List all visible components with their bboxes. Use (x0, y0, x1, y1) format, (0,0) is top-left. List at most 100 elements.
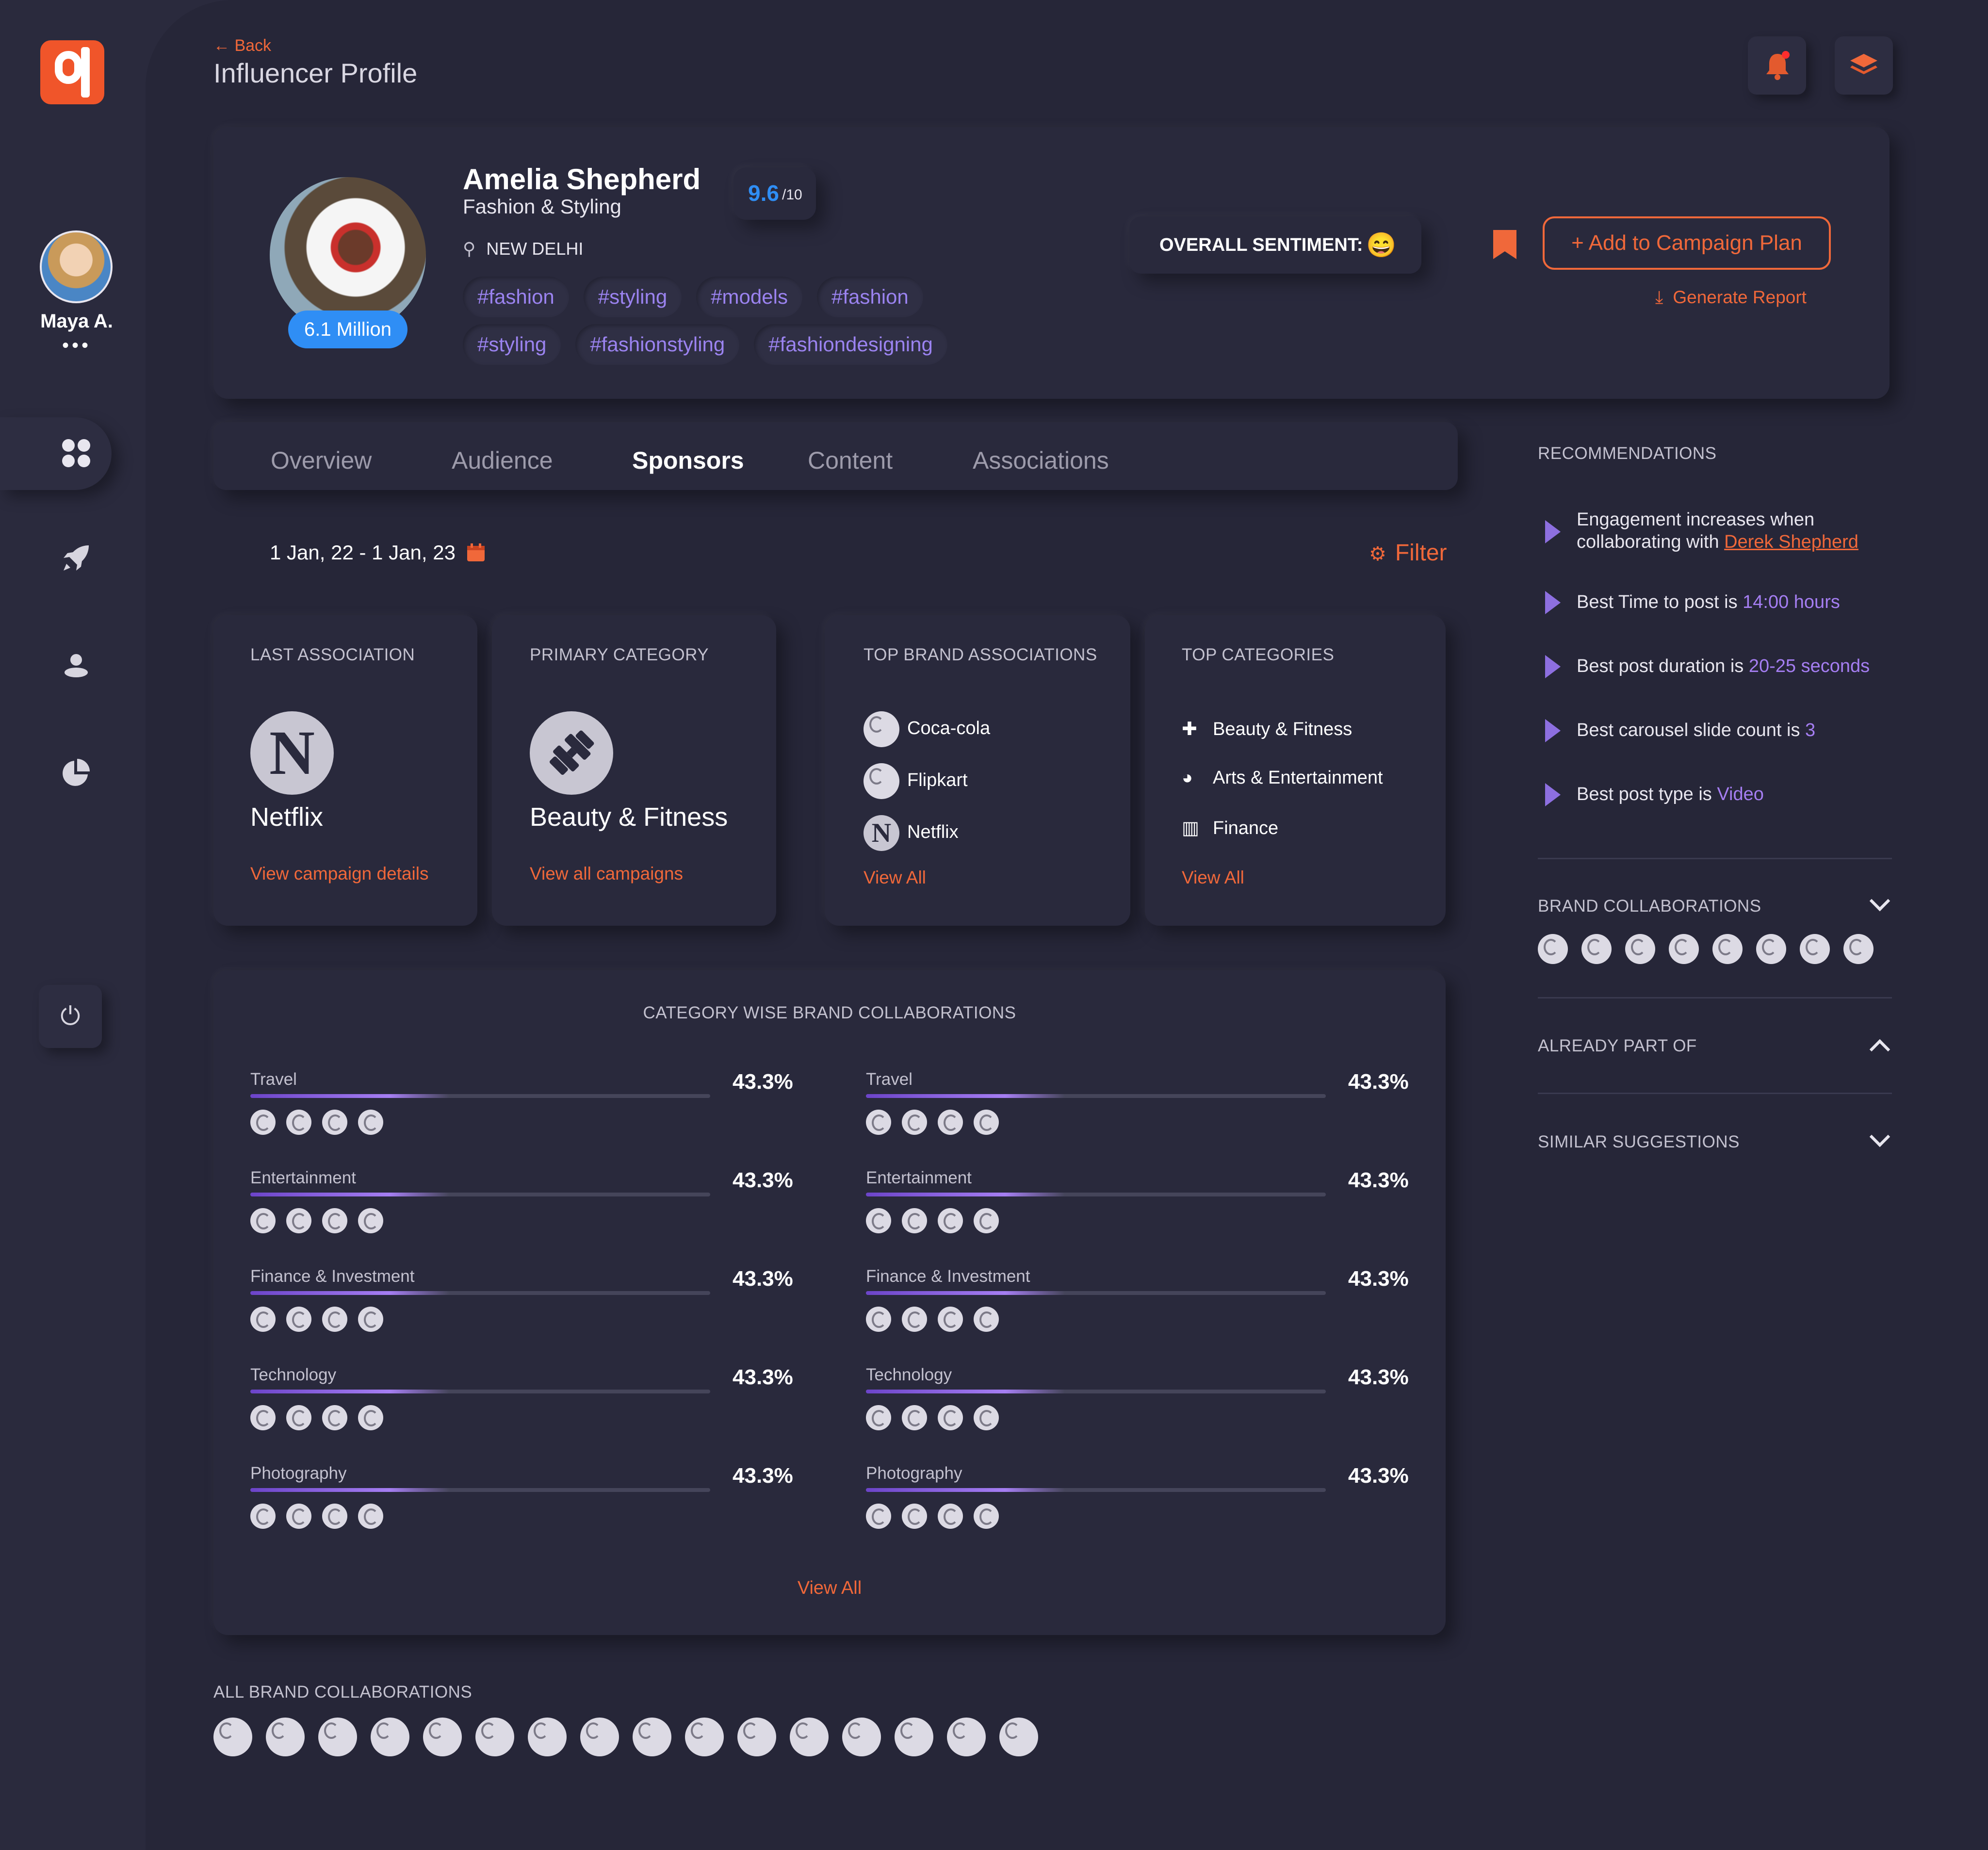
brand-logo-icon[interactable] (528, 1718, 567, 1756)
brand-logo-icon[interactable] (902, 1504, 927, 1529)
tag-chip[interactable]: #styling (583, 277, 682, 317)
pie-chart-icon[interactable] (61, 757, 92, 788)
brand-logo-icon[interactable] (947, 1718, 986, 1756)
brand-logo-icon[interactable] (266, 1718, 305, 1756)
brand-logo-icon[interactable] (895, 1718, 933, 1756)
brand-logo-icon[interactable] (358, 1110, 383, 1135)
brand-logo-icon[interactable] (318, 1718, 357, 1756)
brand-logo-icon[interactable] (371, 1718, 409, 1756)
brand-logo-icon[interactable] (322, 1504, 347, 1529)
derek-shepherd-link[interactable]: Derek Shepherd (1724, 532, 1858, 552)
brand-logo-icon[interactable] (902, 1110, 927, 1135)
tag-chip[interactable]: #models (696, 277, 802, 317)
view-all-brands-link[interactable]: View All (864, 868, 926, 888)
sidebar-item-dashboard[interactable] (0, 417, 112, 490)
brand-logo-icon[interactable] (580, 1718, 619, 1756)
brand-logo-icon[interactable] (1756, 934, 1786, 964)
brand-logo-icon[interactable] (685, 1718, 724, 1756)
tab-sponsors[interactable]: Sponsors (632, 446, 744, 475)
brand-item[interactable]: Coca-cola (864, 711, 990, 747)
add-to-campaign-button[interactable]: + Add to Campaign Plan (1543, 216, 1831, 270)
category-item[interactable]: ✚ Beauty & Fitness (1182, 718, 1352, 740)
brand-logo-icon[interactable] (358, 1405, 383, 1430)
brand-logo-icon[interactable] (999, 1718, 1038, 1756)
tag-chip[interactable]: #fashion (816, 277, 923, 317)
rocket-icon[interactable] (61, 542, 92, 573)
brand-logo-icon[interactable] (790, 1718, 829, 1756)
brand-logo-icon[interactable] (1581, 934, 1612, 964)
brand-logo-icon[interactable] (866, 1208, 891, 1233)
brand-logo-icon[interactable] (1843, 934, 1874, 964)
similar-suggestions-header[interactable]: SIMILAR SUGGESTIONS (1538, 1132, 1740, 1152)
tag-chip[interactable]: #fashion (463, 277, 569, 317)
power-button[interactable]: ⏻ (39, 985, 102, 1048)
brand-logo-icon[interactable] (358, 1307, 383, 1332)
brand-logo-icon[interactable] (286, 1208, 311, 1233)
brand-logo-icon[interactable] (866, 1110, 891, 1135)
brand-logo-icon[interactable] (866, 1307, 891, 1332)
generate-report-link[interactable]: ⤓ Generate Report (1655, 287, 1807, 308)
brand-logo-icon[interactable] (866, 1405, 891, 1430)
tag-chip[interactable]: #fashiondesigning (754, 324, 947, 365)
brand-logo-icon[interactable] (974, 1504, 999, 1529)
brand-logo-icon[interactable] (322, 1110, 347, 1135)
brand-logo-icon[interactable] (286, 1405, 311, 1430)
brand-logo-icon[interactable] (286, 1504, 311, 1529)
brand-logo-icon[interactable] (1712, 934, 1743, 964)
brand-logo-icon[interactable] (938, 1405, 963, 1430)
category-item[interactable]: ◕ Arts & Entertainment (1182, 768, 1383, 788)
tab-content[interactable]: Content (808, 446, 893, 475)
brand-logo-icon[interactable] (902, 1307, 927, 1332)
brand-logo-icon[interactable] (902, 1405, 927, 1430)
user-more-button[interactable]: ••• (19, 335, 134, 357)
brand-logo-icon[interactable] (842, 1718, 881, 1756)
brand-logo-icon[interactable] (938, 1504, 963, 1529)
brand-logo-icon[interactable] (358, 1208, 383, 1233)
already-part-of-header[interactable]: ALREADY PART OF (1538, 1036, 1697, 1056)
brand-logo-icon[interactable] (322, 1405, 347, 1430)
category-item[interactable]: ▥ Finance (1182, 817, 1278, 839)
brand-logo-icon[interactable] (974, 1110, 999, 1135)
brand-logo-icon[interactable] (1800, 934, 1830, 964)
brand-logo-icon[interactable] (286, 1110, 311, 1135)
view-all-categories-link[interactable]: View All (1182, 868, 1244, 888)
brand-collaborations-header[interactable]: BRAND COLLABORATIONS (1538, 897, 1761, 916)
app-logo[interactable] (40, 40, 104, 104)
brand-logo-icon[interactable] (358, 1504, 383, 1529)
brand-logo-icon[interactable] (737, 1718, 776, 1756)
brand-logo-icon[interactable] (938, 1110, 963, 1135)
brand-logo-icon[interactable] (974, 1307, 999, 1332)
brand-logo-icon[interactable] (974, 1405, 999, 1430)
view-campaign-details-link[interactable]: View campaign details (250, 864, 428, 884)
brand-logo-icon[interactable] (974, 1208, 999, 1233)
view-all-campaigns-link[interactable]: View all campaigns (530, 864, 683, 884)
brand-logo-icon[interactable] (633, 1718, 671, 1756)
brand-logo-icon[interactable] (938, 1208, 963, 1233)
brand-logo-icon[interactable] (322, 1307, 347, 1332)
brand-item[interactable]: N Netflix (864, 815, 959, 851)
brand-logo-icon[interactable] (322, 1208, 347, 1233)
tag-chip[interactable]: #styling (463, 324, 561, 365)
brand-logo-icon[interactable] (902, 1208, 927, 1233)
tag-chip[interactable]: #fashionstyling (575, 324, 740, 365)
tab-overview[interactable]: Overview (271, 446, 372, 475)
brand-logo-icon[interactable] (250, 1208, 276, 1233)
calendar-icon[interactable] (466, 542, 486, 563)
brand-item[interactable]: Flipkart (864, 763, 968, 799)
brand-logo-icon[interactable] (250, 1504, 276, 1529)
brand-logo-icon[interactable] (286, 1307, 311, 1332)
notification-button[interactable] (1748, 36, 1806, 95)
tab-associations[interactable]: Associations (973, 446, 1109, 475)
brand-logo-icon[interactable] (423, 1718, 462, 1756)
tab-audience[interactable]: Audience (452, 446, 553, 475)
brand-logo-icon[interactable] (938, 1307, 963, 1332)
avatar[interactable] (40, 230, 113, 303)
date-range[interactable]: 1 Jan, 22 - 1 Jan, 23 (270, 541, 456, 564)
category-view-all-link[interactable]: View All (213, 1578, 1446, 1599)
back-link[interactable]: ← Back (213, 36, 271, 55)
brand-logo-icon[interactable] (250, 1110, 276, 1135)
brand-logo-icon[interactable] (866, 1504, 891, 1529)
brand-logo-icon[interactable] (475, 1718, 514, 1756)
brand-logo-icon[interactable] (213, 1718, 252, 1756)
brand-logo-icon[interactable] (1538, 934, 1568, 964)
